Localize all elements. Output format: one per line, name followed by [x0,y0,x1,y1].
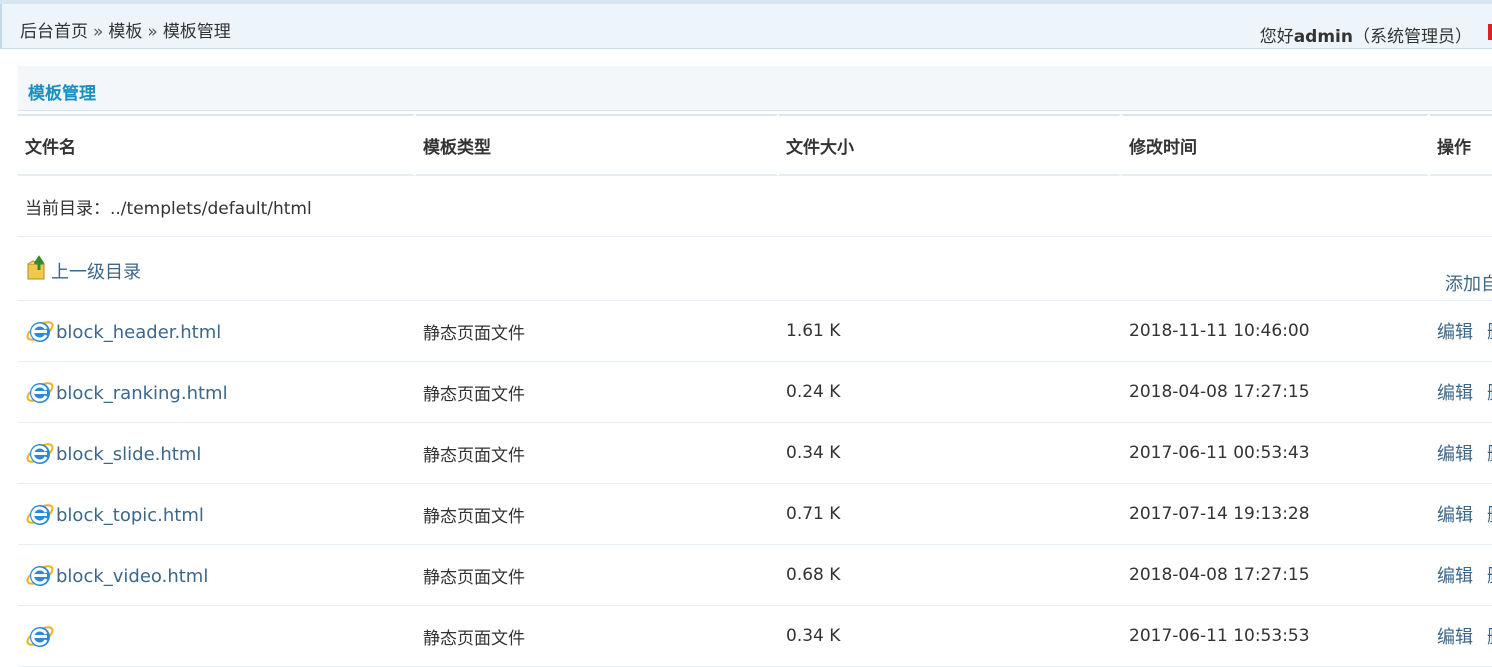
table-row: 静态页面文件 0.34 K 2017-06-11 10:53:53 编辑删 [18,606,1492,667]
current-dir-row: 当前目录：../templets/default/html [18,176,1492,237]
filename-cell: block_topic.html [18,484,416,545]
file-link[interactable]: block_video.html [56,566,208,587]
size-cell: 0.68 K [779,545,1122,606]
ie-html-icon [25,377,55,407]
table-row: block_slide.html 静态页面文件 0.34 K 2017-06-1… [18,423,1492,484]
actions-cell: 编辑删 [1430,362,1492,423]
size-cell: 1.61 K [779,301,1122,362]
header-filename: 文件名 [18,114,416,176]
delete-link[interactable]: 删 [1487,383,1492,404]
edit-link[interactable]: 编辑 [1437,322,1473,343]
mtime-cell: 2018-04-08 17:27:15 [1122,362,1430,423]
delete-link[interactable]: 删 [1487,444,1492,465]
type-cell: 静态页面文件 [416,301,779,362]
add-template-link[interactable]: 添加自 [1445,274,1492,295]
header-size: 文件大小 [779,114,1122,176]
actions-cell: 编辑删 [1430,484,1492,545]
panel-header: 模板管理 [18,66,1492,111]
type-cell: 静态页面文件 [416,606,779,667]
ie-html-icon [25,499,55,529]
edit-link[interactable]: 编辑 [1437,566,1473,587]
type-cell: 静态页面文件 [416,545,779,606]
mtime-cell: 2018-11-11 10:46:00 [1122,301,1430,362]
parent-dir-link[interactable]: 上一级目录 [51,262,141,283]
header-actions: 操作 [1430,114,1492,176]
edit-link[interactable]: 编辑 [1437,627,1473,648]
delete-link[interactable]: 删 [1487,566,1492,587]
panel-title: 模板管理 [28,84,96,104]
delete-link[interactable]: 删 [1487,505,1492,526]
file-link[interactable]: block_slide.html [56,444,201,465]
breadcrumb-separator: » [93,22,104,42]
delete-link[interactable]: 删 [1487,322,1492,343]
current-dir-label: 当前目录：../templets/default/html [18,176,1492,237]
table-header-row: 文件名 模板类型 文件大小 修改时间 操作 [18,114,1492,176]
actions-cell: 编辑删 [1430,423,1492,484]
actions-cell: 编辑删 [1430,301,1492,362]
table-row: block_ranking.html 静态页面文件 0.24 K 2018-04… [18,362,1492,423]
breadcrumb-templates[interactable]: 模板 [108,22,142,42]
filename-cell: block_header.html [18,301,416,362]
actions-cell: 编辑删 [1430,606,1492,667]
add-cell: 添加自 [1430,237,1492,301]
mtime-cell: 2017-06-11 00:53:43 [1122,423,1430,484]
ie-html-icon [25,316,55,346]
header-type: 模板类型 [416,114,779,176]
user-info: 您好admin（系统管理员） [1260,22,1472,47]
size-cell: 0.34 K [779,423,1122,484]
size-cell: 0.24 K [779,362,1122,423]
breadcrumb-current: 模板管理 [162,22,231,42]
top-bar-edge [0,4,2,49]
filename-cell: block_slide.html [18,423,416,484]
size-cell: 0.34 K [779,606,1122,667]
user-name: admin [1293,27,1353,47]
edit-link[interactable]: 编辑 [1437,444,1473,465]
logout-icon[interactable] [1488,24,1492,40]
parent-dir-cell: 上一级目录 [18,237,1430,301]
ie-html-icon [25,560,55,590]
table-row: block_video.html 静态页面文件 0.68 K 2018-04-0… [18,545,1492,606]
size-cell: 0.71 K [779,484,1122,545]
breadcrumb-home[interactable]: 后台首页 [20,22,88,42]
mtime-cell: 2017-06-11 10:53:53 [1122,606,1430,667]
mtime-cell: 2018-04-08 17:27:15 [1122,545,1430,606]
folder-up-icon [25,254,51,282]
top-bar: 后台首页» 模板» 模板管理 您好admin（系统管理员） [0,0,1492,49]
type-cell: 静态页面文件 [416,484,779,545]
header-mtime: 修改时间 [1122,114,1430,176]
filename-cell: block_ranking.html [18,362,416,423]
edit-link[interactable]: 编辑 [1437,383,1473,404]
mtime-cell: 2017-07-14 19:13:28 [1122,484,1430,545]
file-link[interactable]: block_ranking.html [56,383,228,404]
filename-cell [18,606,416,667]
file-link[interactable]: block_topic.html [56,505,204,526]
filename-cell: block_video.html [18,545,416,606]
file-link[interactable]: block_header.html [56,322,221,343]
type-cell: 静态页面文件 [416,423,779,484]
ie-html-icon [25,621,55,651]
table-row: block_topic.html 静态页面文件 0.71 K 2017-07-1… [18,484,1492,545]
ie-html-icon [25,438,55,468]
user-greeting: 您好 [1259,27,1294,47]
edit-link[interactable]: 编辑 [1437,505,1473,526]
actions-cell: 编辑删 [1430,545,1492,606]
breadcrumb-separator: » [147,22,158,42]
type-cell: 静态页面文件 [416,362,779,423]
delete-link[interactable]: 删 [1487,627,1492,648]
table-row: block_header.html 静态页面文件 1.61 K 2018-11-… [18,301,1492,362]
template-table: 文件名 模板类型 文件大小 修改时间 操作 当前目录：../templets/d… [18,114,1492,667]
parent-dir-row: 上一级目录 添加自 [18,237,1492,301]
breadcrumb: 后台首页» 模板» 模板管理 [20,17,231,42]
user-role: （系统管理员） [1353,27,1472,47]
